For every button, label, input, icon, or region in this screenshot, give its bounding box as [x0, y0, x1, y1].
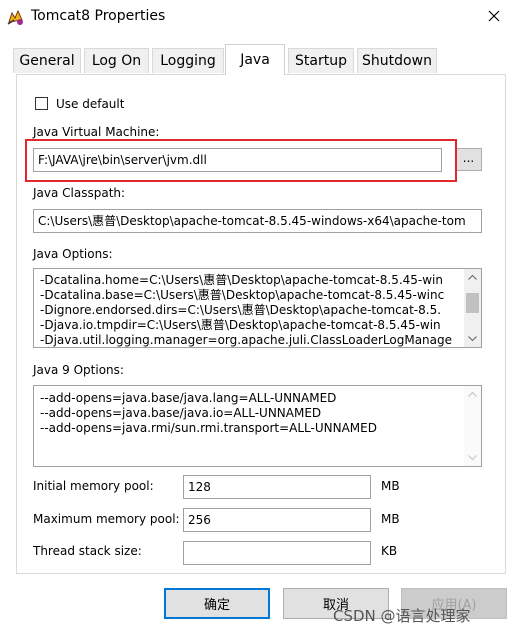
scroll-down-icon[interactable]	[464, 449, 481, 466]
tab-log-on[interactable]: Log On	[84, 48, 149, 73]
tab-general[interactable]: General	[13, 48, 81, 73]
initial-memory-pool-input[interactable]: 128	[183, 475, 371, 499]
java9-options-textarea[interactable]: --add-opens=java.base/java.lang=ALL-UNNA…	[33, 385, 482, 467]
ok-button[interactable]: 确定	[164, 588, 270, 619]
apply-button[interactable]: 应用(A)	[401, 588, 507, 619]
java-option-line: -Dcatalina.base=C:\Users\惠普\Desktop\apac…	[40, 288, 445, 302]
use-default-label: Use default	[56, 97, 125, 111]
maximum-memory-pool-input[interactable]: 256	[183, 508, 371, 532]
java9-options-label: Java 9 Options:	[33, 363, 124, 377]
java-option-line: -Dignore.endorsed.dirs=C:\Users\惠普\Deskt…	[40, 303, 442, 317]
thread-stack-size-input[interactable]	[183, 541, 371, 565]
java-option-line: -Dcatalina.home=C:\Users\惠普\Desktop\apac…	[40, 273, 443, 287]
scroll-up-icon[interactable]	[464, 269, 481, 286]
tab-logging[interactable]: Logging	[152, 48, 224, 73]
java9-option-line: --add-opens=java.base/java.io=ALL-UNNAME…	[40, 406, 322, 420]
tomcat-app-icon	[6, 7, 26, 27]
scroll-down-icon[interactable]	[464, 330, 481, 347]
jvm-label: Java Virtual Machine:	[33, 125, 160, 139]
tab-shutdown[interactable]: Shutdown	[357, 48, 437, 73]
close-icon	[488, 10, 500, 25]
classpath-label: Java Classpath:	[33, 186, 126, 200]
max-pool-unit: MB	[381, 512, 400, 526]
java-option-line: -Djava.io.tmpdir=C:\Users\惠普\Desktop\apa…	[40, 318, 441, 332]
java9-option-line: --add-opens=java.rmi/sun.rmi.transport=A…	[40, 421, 377, 435]
cancel-button[interactable]: 取消	[283, 588, 389, 619]
java9-option-line: --add-opens=java.base/java.lang=ALL-UNNA…	[40, 391, 337, 405]
jvm-path-input[interactable]: F:\JAVA\jre\bin\server\jvm.dll	[33, 148, 442, 172]
classpath-input[interactable]: C:\Users\惠普\Desktop\apache-tomcat-8.5.45…	[33, 209, 482, 233]
maximum-memory-pool-label: Maximum memory pool:	[33, 512, 180, 526]
initial-pool-unit: MB	[381, 479, 400, 493]
thread-stack-size-label: Thread stack size:	[33, 544, 142, 558]
java-option-line: -Djava.util.logging.manager=org.apache.j…	[40, 333, 453, 347]
java-options-label: Java Options:	[33, 247, 113, 261]
window-title: Tomcat8 Properties	[31, 8, 166, 24]
java9-options-scrollbar[interactable]	[464, 386, 481, 466]
scrollbar-thumb[interactable]	[466, 293, 479, 313]
tab-startup[interactable]: Startup	[288, 48, 354, 73]
java-options-scrollbar[interactable]	[464, 269, 481, 347]
close-button[interactable]	[470, 0, 517, 34]
thread-stack-unit: KB	[381, 544, 398, 558]
use-default-checkbox[interactable]	[35, 97, 48, 110]
initial-memory-pool-label: Initial memory pool:	[33, 479, 154, 493]
tab-java[interactable]: Java	[225, 44, 285, 75]
browse-jvm-button[interactable]: ...	[455, 148, 482, 171]
java-options-textarea[interactable]: -Dcatalina.home=C:\Users\惠普\Desktop\apac…	[33, 268, 482, 348]
scroll-up-icon[interactable]	[464, 386, 481, 403]
